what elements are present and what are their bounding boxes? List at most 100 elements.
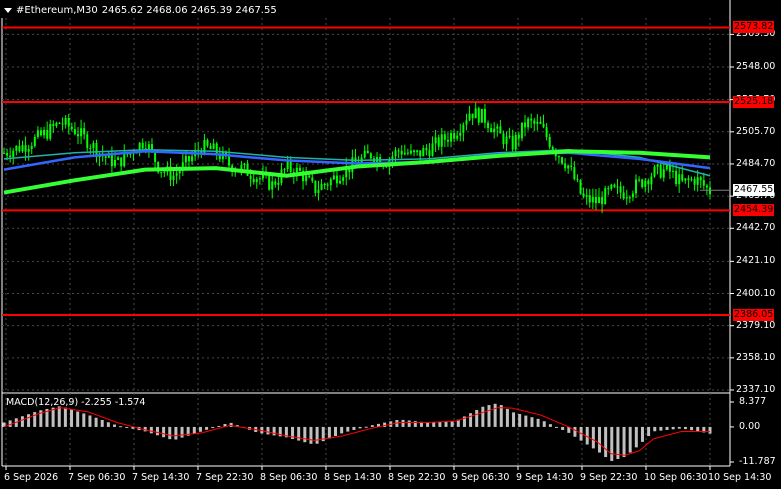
candle-body <box>49 124 52 139</box>
candle-body <box>699 177 702 181</box>
candle-body <box>317 189 320 194</box>
macd-histogram-bar <box>591 426 595 449</box>
candle-body <box>73 129 76 135</box>
candle-body <box>30 146 33 149</box>
candle-body <box>184 156 187 163</box>
price-level-tag: 2454.39 <box>733 204 775 217</box>
macd-histogram-bar <box>70 409 74 427</box>
macd-label: MACD(12,26,9) -2.255 -1.574 <box>6 397 146 408</box>
macd-histogram-bar <box>708 426 712 434</box>
macd-histogram-bar <box>628 426 632 453</box>
candle-body <box>3 152 5 154</box>
time-axis-label: 9 Sep 14:30 <box>516 472 574 483</box>
candle-body <box>678 174 681 185</box>
candle-body <box>468 113 471 121</box>
macd-axis-label: 8.377 <box>739 396 767 407</box>
candle-body <box>520 122 523 139</box>
candle-body <box>638 179 641 181</box>
candle-body <box>542 123 545 128</box>
candle-body <box>702 180 705 186</box>
time-axis-label: 8 Sep 14:30 <box>324 472 382 483</box>
chart-symbol: #Ethereum,M30 <box>16 4 98 16</box>
time-axis-label: 8 Sep 06:30 <box>260 472 318 483</box>
price-axis-label: 2421.10 <box>736 255 776 267</box>
candle-body <box>579 179 582 194</box>
candle-body <box>446 139 449 142</box>
candle-body <box>434 137 437 144</box>
price-axis-label: 2505.70 <box>736 125 776 137</box>
macd-histogram-bar <box>481 406 485 427</box>
candle-body <box>305 175 308 182</box>
candle-body <box>243 163 246 166</box>
current-price-tag: 2467.55 <box>733 184 775 197</box>
macd-histogram-bar <box>297 426 301 441</box>
macd-histogram-bar <box>542 421 546 427</box>
candle-body <box>104 156 107 158</box>
candle-body <box>326 184 329 186</box>
candle-body <box>437 137 440 147</box>
candle-body <box>462 124 465 133</box>
candle-body <box>141 142 144 149</box>
price-chart[interactable] <box>0 0 781 489</box>
candle-body <box>413 150 416 153</box>
candle-body <box>191 156 194 162</box>
macd-histogram-bar <box>57 406 61 427</box>
macd-histogram-bar <box>487 405 491 427</box>
candle-body <box>419 150 422 157</box>
macd-histogram-bar <box>665 426 669 430</box>
candle-body <box>15 145 18 151</box>
macd-histogram-bar <box>327 426 331 439</box>
price-level-tag: 2386.05 <box>733 309 775 322</box>
candle-body <box>178 170 181 174</box>
candle-body <box>163 171 166 173</box>
macd-histogram-bar <box>352 426 356 430</box>
candle-body <box>314 180 317 194</box>
macd-histogram-bar <box>499 405 503 427</box>
candle-body <box>76 134 79 137</box>
candle-body <box>52 124 55 126</box>
macd-axis-label: 0.00 <box>739 420 761 432</box>
macd-histogram-bar <box>401 419 405 427</box>
candle-body <box>628 197 631 199</box>
candle-body <box>662 169 665 178</box>
candle-body <box>684 178 687 181</box>
chart-menu-triangle-icon[interactable] <box>4 7 12 13</box>
price-level-tag: 2525.18 <box>733 95 775 108</box>
macd-histogram-bar <box>604 426 608 458</box>
macd-histogram-bar <box>640 426 644 442</box>
candle-body <box>416 150 419 153</box>
candle-body <box>18 145 21 152</box>
candle-body <box>366 150 369 154</box>
macd-histogram-bar <box>364 426 368 428</box>
candle-body <box>252 178 255 183</box>
macd-histogram-bar <box>647 426 651 437</box>
candle-body <box>635 179 638 194</box>
candle-body <box>672 170 675 172</box>
candle-body <box>113 159 116 167</box>
candle-body <box>502 133 505 145</box>
price-axis-label: 2379.10 <box>736 319 776 331</box>
price-axis-label: 2484.70 <box>736 157 776 169</box>
macd-histogram-bar <box>155 426 159 436</box>
time-axis-label: 7 Sep 22:30 <box>196 472 254 483</box>
time-axis-label: 10 Sep 14:30 <box>708 472 772 483</box>
candle-body <box>271 181 274 190</box>
candle-body <box>641 179 644 188</box>
candle-body <box>450 133 453 142</box>
candle-body <box>591 197 594 203</box>
candle-body <box>536 121 539 124</box>
candle-body <box>610 184 613 189</box>
macd-histogram-bar <box>88 415 92 427</box>
macd-histogram-bar <box>334 426 338 436</box>
candle-body <box>625 197 628 199</box>
candle-body <box>490 128 493 133</box>
macd-histogram-bar <box>272 426 276 436</box>
candle-body <box>557 156 560 158</box>
macd-histogram-bar <box>512 412 516 427</box>
candle-body <box>527 118 530 128</box>
price-axis-label: 2337.10 <box>736 384 776 395</box>
macd-histogram-bar <box>505 408 509 427</box>
time-axis-label: 10 Sep 06:30 <box>644 472 708 483</box>
macd-histogram-bar <box>548 424 552 427</box>
macd-histogram-bar <box>180 426 184 438</box>
